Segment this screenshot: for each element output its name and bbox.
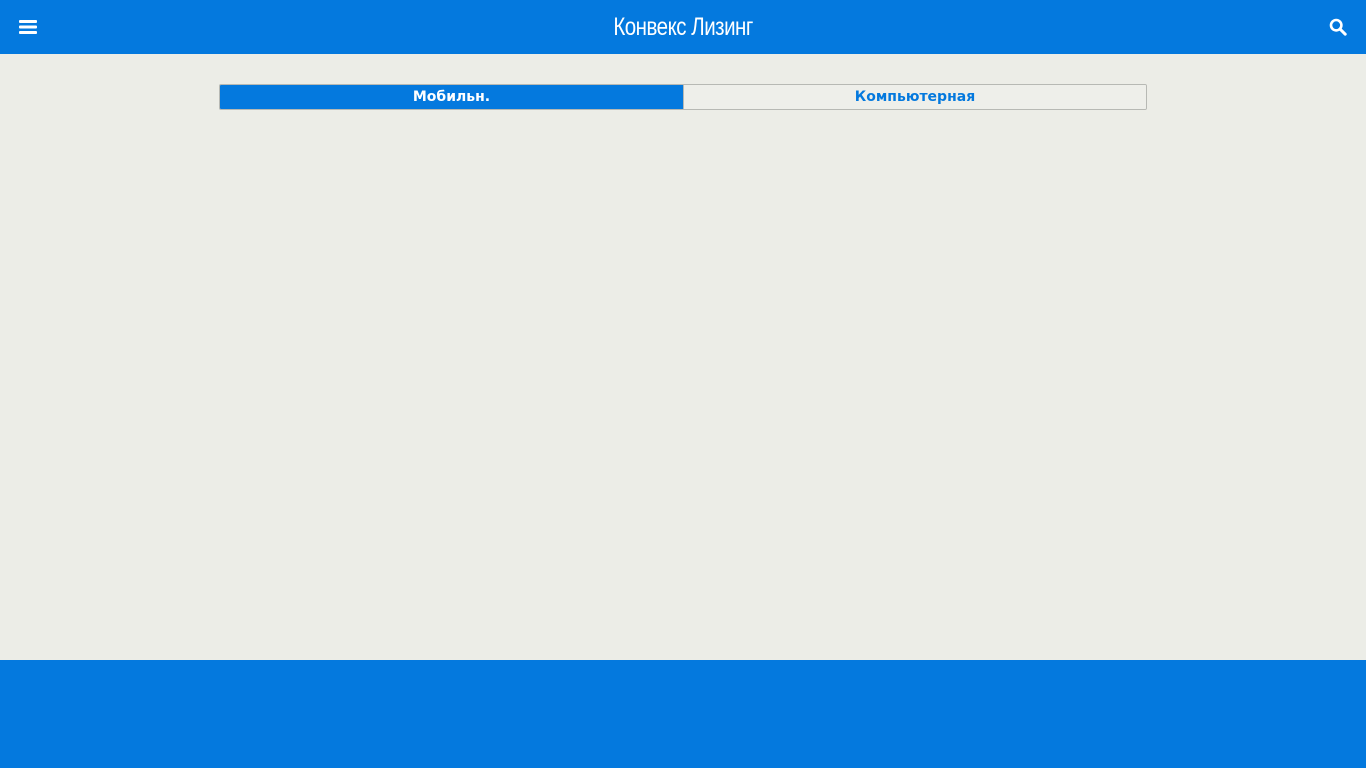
hamburger-menu-icon — [19, 20, 37, 34]
main-content: Мобильн. Компьютерная — [0, 54, 1366, 660]
desktop-view-button[interactable]: Компьютерная — [683, 85, 1146, 109]
search-icon — [1329, 18, 1347, 36]
view-mode-toggle: Мобильн. Компьютерная — [219, 84, 1147, 110]
mobile-view-button[interactable]: Мобильн. — [220, 85, 683, 109]
page-title: Конвекс Лизинг — [613, 13, 753, 41]
menu-button[interactable] — [14, 13, 42, 41]
search-button[interactable] — [1324, 13, 1352, 41]
footer — [0, 660, 1366, 768]
top-bar: Конвекс Лизинг — [0, 0, 1366, 54]
